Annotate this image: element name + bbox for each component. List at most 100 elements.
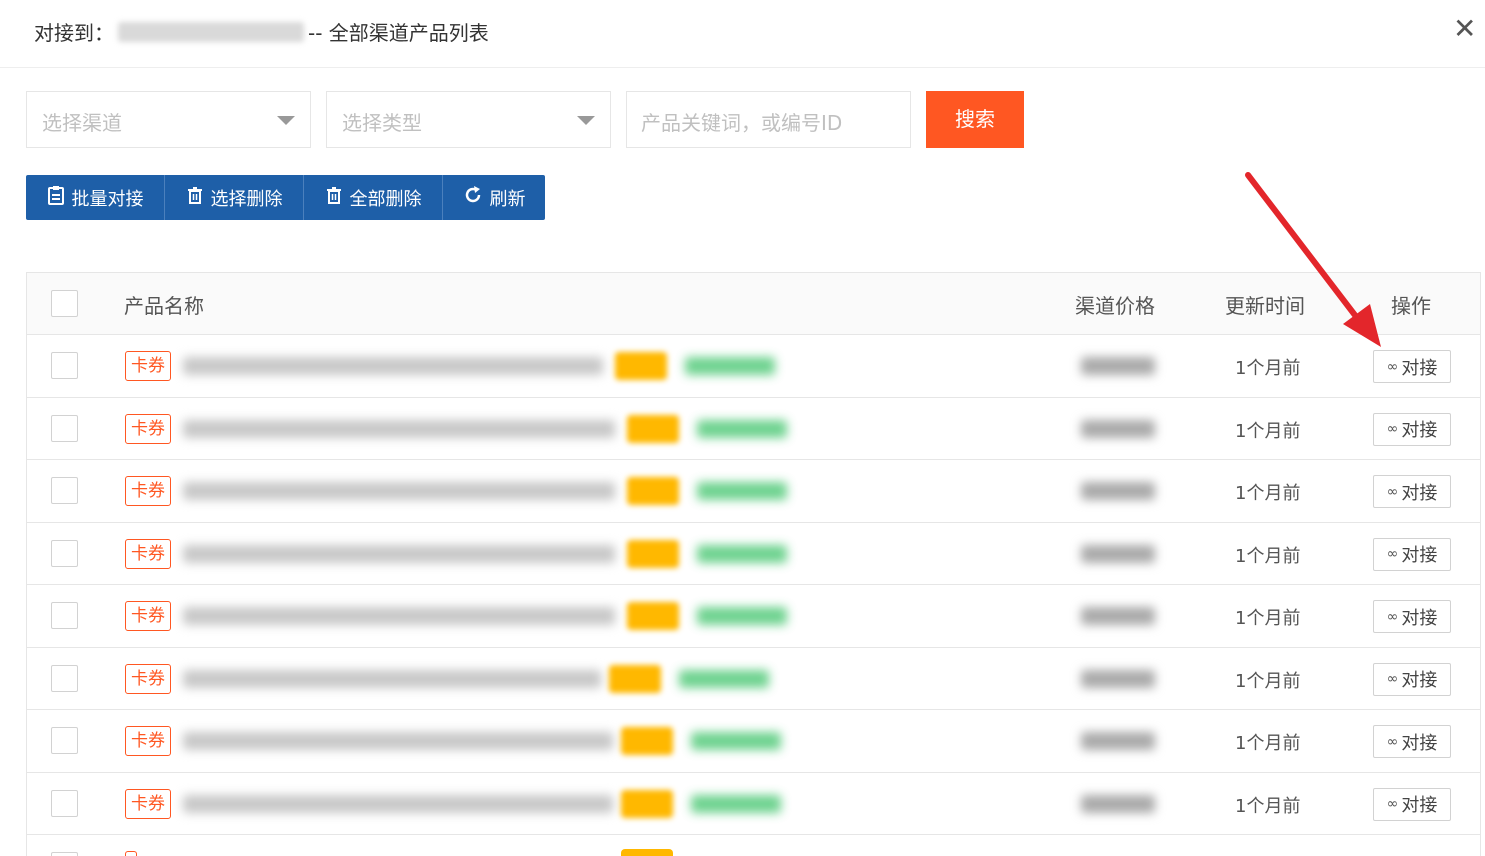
redacted-status bbox=[691, 732, 781, 750]
link-icon: ∞ bbox=[1386, 796, 1399, 812]
table-row: 卡券 1个月前 ∞ 对接 bbox=[27, 398, 1480, 460]
connect-button[interactable]: ∞ 对接 bbox=[1373, 537, 1451, 571]
redacted-price bbox=[1081, 732, 1155, 750]
batch-connect-button[interactable]: 批量对接 bbox=[26, 175, 165, 220]
redacted-badge bbox=[615, 352, 667, 380]
connect-button[interactable]: ∞ 对接 bbox=[1373, 600, 1451, 633]
redacted-product-name bbox=[183, 669, 601, 688]
dialog-header: 对接到： -- 全部渠道产品列表 ✕ bbox=[0, 0, 1485, 68]
col-update-time: 更新时间 bbox=[1225, 294, 1305, 318]
redacted-status bbox=[697, 607, 787, 625]
redacted-badge bbox=[621, 789, 673, 818]
title-suffix: -- 全部渠道产品列表 bbox=[308, 21, 489, 45]
badge bbox=[621, 849, 673, 856]
update-time: 1个月前 bbox=[1235, 358, 1301, 379]
connect-label: 对接 bbox=[1401, 545, 1438, 566]
connect-button[interactable]: ∞ 对接 bbox=[1373, 350, 1451, 383]
clipboard-icon bbox=[47, 185, 65, 210]
connect-button[interactable]: ∞ 对接 bbox=[1373, 412, 1451, 446]
row-checkbox[interactable] bbox=[51, 352, 78, 379]
redacted-price bbox=[1081, 669, 1155, 688]
redacted-status bbox=[697, 419, 787, 438]
row-checkbox[interactable] bbox=[51, 727, 78, 754]
keyword-input[interactable]: 产品关键词，或编号ID bbox=[626, 91, 911, 148]
redacted-product-name bbox=[183, 607, 615, 625]
card-tag: 卡券 bbox=[125, 601, 171, 631]
row-checkbox[interactable] bbox=[51, 852, 78, 856]
redacted-status bbox=[697, 482, 787, 500]
row-checkbox[interactable] bbox=[51, 477, 78, 504]
redacted-target-name bbox=[118, 21, 304, 42]
redacted-badge bbox=[627, 602, 679, 630]
redacted-badge bbox=[627, 539, 679, 568]
card-tag: 卡券 bbox=[125, 788, 171, 819]
connect-label: 对接 bbox=[1401, 420, 1438, 441]
channel-select-placeholder: 选择渠道 bbox=[42, 111, 122, 135]
redacted-status bbox=[679, 669, 769, 688]
row-checkbox[interactable] bbox=[51, 414, 78, 442]
close-icon[interactable]: ✕ bbox=[1453, 14, 1476, 44]
table-row: 卡券 1个月前 ∞ 对接 bbox=[27, 773, 1480, 835]
update-time: 1个月前 bbox=[1235, 608, 1301, 629]
type-select[interactable]: 选择类型 bbox=[326, 91, 611, 148]
redacted-status bbox=[697, 544, 787, 563]
col-product-name: 产品名称 bbox=[124, 294, 204, 318]
delete-all-button[interactable]: 全部删除 bbox=[304, 175, 443, 220]
connect-label: 对接 bbox=[1401, 670, 1438, 691]
link-icon: ∞ bbox=[1386, 733, 1399, 750]
refresh-button[interactable]: 刷新 bbox=[443, 175, 545, 220]
card-tag: 卡券 bbox=[125, 726, 171, 756]
redacted-product-name bbox=[183, 732, 613, 750]
redacted-badge bbox=[627, 414, 679, 443]
redacted-price bbox=[1081, 607, 1155, 625]
title-prefix: 对接到： bbox=[34, 21, 114, 45]
connect-button[interactable]: ∞ 对接 bbox=[1373, 475, 1451, 508]
redacted-badge bbox=[621, 727, 673, 755]
table-row: 卡券 1个月前 ∞ 对接 bbox=[27, 523, 1480, 585]
link-icon: ∞ bbox=[1386, 358, 1399, 375]
link-icon: ∞ bbox=[1386, 671, 1399, 687]
row-checkbox[interactable] bbox=[51, 664, 78, 692]
redacted-product-name bbox=[183, 794, 613, 813]
redacted-product-name bbox=[183, 357, 603, 375]
update-time: 1个月前 bbox=[1235, 545, 1301, 567]
delete-all-label: 全部删除 bbox=[349, 188, 422, 210]
channel-select[interactable]: 选择渠道 bbox=[26, 91, 311, 148]
search-button[interactable]: 搜索 bbox=[926, 91, 1024, 148]
table-header: 产品名称 渠道价格 更新时间 操作 bbox=[27, 273, 1480, 335]
toolbar: 批量对接 选择删除 全部删除 刷新 bbox=[26, 175, 545, 220]
table-row: 卡券 1个月前 ∞ 对接 bbox=[27, 460, 1480, 523]
row-checkbox[interactable] bbox=[51, 789, 78, 817]
connect-label: 对接 bbox=[1401, 795, 1438, 816]
connect-button[interactable]: ∞ 对接 bbox=[1373, 662, 1451, 696]
refresh-label: 刷新 bbox=[489, 188, 526, 210]
connect-button[interactable]: ∞ 对接 bbox=[1373, 725, 1451, 758]
chevron-down-icon bbox=[577, 116, 595, 125]
table-row: 卡券 1个月前 ∞ 对接 bbox=[27, 585, 1480, 648]
redacted-price bbox=[1081, 482, 1155, 500]
row-checkbox[interactable] bbox=[51, 539, 78, 567]
update-time: 1个月前 bbox=[1235, 670, 1301, 692]
col-channel-price: 渠道价格 bbox=[1075, 294, 1155, 318]
refresh-icon bbox=[463, 185, 483, 210]
link-icon: ∞ bbox=[1386, 546, 1399, 562]
trash-icon bbox=[186, 186, 204, 209]
redacted-status bbox=[691, 794, 781, 813]
table-row bbox=[27, 835, 1480, 856]
connect-label: 对接 bbox=[1401, 732, 1438, 754]
connect-label: 对接 bbox=[1401, 357, 1438, 379]
update-time: 1个月前 bbox=[1235, 420, 1301, 442]
redacted-status bbox=[685, 357, 775, 375]
table-row: 卡券 1个月前 ∞ 对接 bbox=[27, 710, 1480, 773]
col-actions: 操作 bbox=[1391, 294, 1431, 318]
connect-button[interactable]: ∞ 对接 bbox=[1373, 787, 1451, 821]
select-delete-button[interactable]: 选择删除 bbox=[165, 175, 304, 220]
select-all-checkbox[interactable] bbox=[51, 290, 78, 317]
chevron-down-icon bbox=[277, 116, 295, 125]
row-checkbox[interactable] bbox=[51, 602, 78, 629]
link-icon: ∞ bbox=[1386, 608, 1399, 625]
card-tag: 卡券 bbox=[125, 351, 171, 381]
redacted-price bbox=[1081, 419, 1155, 438]
batch-connect-label: 批量对接 bbox=[71, 188, 144, 210]
update-time: 1个月前 bbox=[1235, 733, 1301, 754]
